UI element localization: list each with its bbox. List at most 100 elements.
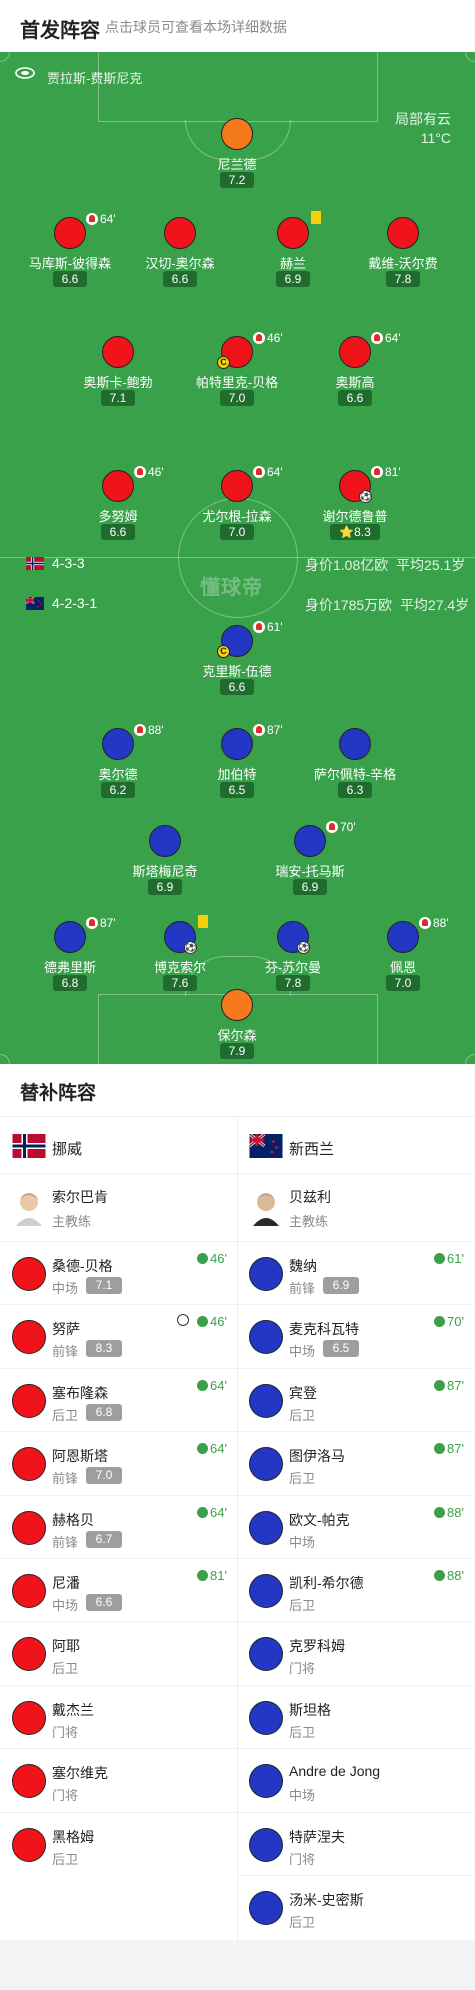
sub-player-row[interactable]: 戴杰兰 门将 (0, 1684, 237, 1748)
player-jersey-icon (12, 1764, 46, 1799)
player-jersey-icon (12, 1700, 46, 1735)
sub-player-row[interactable]: 阿恩斯塔 前锋 7.0 64' (0, 1431, 237, 1494)
player-marker[interactable]: 64' 奥斯高 6.6 (295, 331, 415, 414)
player-jersey-icon (249, 1510, 283, 1545)
player-rating: 7.8 (386, 271, 420, 287)
player-jersey-icon (221, 470, 253, 502)
sub-player-row[interactable]: 欧文-帕克中场 88' (237, 1494, 474, 1558)
sub-off-icon (253, 724, 265, 736)
sub-player-row[interactable]: 图伊洛马 后卫 87' (237, 1431, 474, 1494)
sub-player-position: 中场 (289, 1788, 316, 1804)
sub-on-minute: 64' (197, 1378, 227, 1393)
sub-player-name: 戴杰兰 (52, 1701, 94, 1718)
sub-player-row[interactable]: 阿耶 后卫 (0, 1621, 237, 1684)
player-marker[interactable]: 70' 瑞安-托马斯 6.9 (250, 820, 370, 903)
player-marker[interactable]: 88' 奥尔德 6.2 (58, 723, 178, 806)
goal-ball-icon: ⚽ (359, 490, 372, 503)
sub-on-minute: 64' (197, 1505, 227, 1520)
sub-player-row[interactable]: 桑德-贝格 中场 7.1 46' (0, 1241, 237, 1304)
sub-player-row[interactable]: 麦克科瓦特 中场 6.5 70' (237, 1304, 474, 1367)
player-marker[interactable]: 赫兰 6.9 (233, 211, 353, 295)
lineup-page: 首发阵容 点击球员可查看本场详细数据 贾拉斯-费斯尼克 局部有云 11°C 懂球… (0, 0, 475, 1990)
watermark-logo: 懂球帝 (200, 577, 263, 599)
coach-avatar-icon (253, 1193, 279, 1226)
sub-player-row[interactable]: 塞尔维克 门将 (0, 1748, 237, 1811)
sub-on-minute: 88' (434, 1568, 464, 1583)
player-rating: 6.8 (53, 975, 87, 991)
player-marker[interactable]: 88' 佩恩 7.0 (343, 916, 463, 999)
sub-player-row[interactable]: 塞布隆森 后卫 6.8 64' (0, 1367, 237, 1431)
player-rating: 6.6 (101, 524, 135, 540)
sub-player-rating: 6.8 (86, 1403, 122, 1421)
player-marker[interactable]: 61' C 克里斯-伍德 6.6 (177, 620, 297, 703)
player-marker[interactable]: 64' 尤尔根-拉森 7.0 (177, 465, 297, 548)
sub-player-row[interactable]: 宾登 后卫 87' (237, 1367, 474, 1431)
sub-off-icon (253, 621, 265, 633)
sub-player-name: 欧文-帕克 (289, 1511, 350, 1528)
sub-player-row[interactable]: 魏纳 前锋 6.9 61' (237, 1241, 474, 1304)
player-jersey-icon (249, 1827, 283, 1862)
player-marker[interactable]: 64' 马库斯-彼得森 6.6 (10, 212, 130, 295)
player-jersey-icon (387, 217, 419, 249)
player-marker[interactable]: ⚽ 博克索尔 7.6 (120, 915, 240, 999)
player-marker[interactable]: 尼兰德 7.2 (177, 118, 297, 196)
sub-player-name: 赫格贝 (52, 1511, 94, 1528)
sub-player-rating: 7.0 (86, 1467, 122, 1485)
away-team-header: 新西兰 (237, 1117, 474, 1173)
sub-player-name: 汤米-史密斯 (289, 1892, 364, 1908)
away-coach[interactable]: 贝兹利 主教练 (237, 1173, 474, 1241)
home-market-value: 身价1.08亿欧 (305, 557, 389, 573)
player-rating: 7.0 (220, 524, 254, 540)
sub-off-icon (134, 724, 146, 736)
sub-player-position: 门将 (289, 1661, 316, 1677)
sub-player-position: 门将 (52, 1724, 79, 1740)
new-zealand-flag-icon (249, 1134, 283, 1158)
player-marker[interactable]: 81' ⚽ 谢尔德鲁普 ⭐8.3 (295, 465, 415, 548)
player-marker[interactable]: 87' 加伯特 6.5 (177, 723, 297, 806)
sub-player-row[interactable]: 特萨涅夫 门将 (237, 1811, 474, 1875)
player-marker[interactable]: 奥斯卡-鲍勃 7.1 (58, 336, 178, 414)
sub-off-icon (253, 332, 265, 344)
home-avg-age: 平均25.1岁 (396, 557, 466, 573)
sub-player-position: 中场 (289, 1534, 316, 1550)
player-jersey-icon (54, 921, 86, 953)
player-jersey-icon (12, 1827, 46, 1862)
sub-minute: 61' (267, 620, 283, 634)
sub-player-row[interactable]: Andre de Jong 中场 (237, 1748, 474, 1811)
player-marker[interactable]: 保尔森 7.9 (177, 989, 297, 1064)
sub-player-row[interactable]: 赫格贝 前锋 6.7 64' (0, 1494, 237, 1558)
player-marker[interactable]: 萨尔佩特-辛格 6.3 (295, 728, 415, 806)
sub-player-row[interactable]: 黑格姆 后卫 (0, 1811, 237, 1875)
sub-off-icon (86, 917, 98, 929)
player-marker[interactable]: 戴维-沃尔费 7.8 (343, 217, 463, 295)
sub-player-row[interactable]: 斯坦格 后卫 (237, 1684, 474, 1748)
sub-player-rating: 6.7 (86, 1530, 122, 1548)
sub-player-row[interactable]: 凯利-希尔德 后卫 88' (237, 1558, 474, 1621)
player-name: 赫兰 (279, 256, 306, 271)
footer-spacer (0, 1940, 475, 1990)
player-rating: 7.1 (101, 390, 135, 406)
sub-on-minute: 88' (434, 1505, 464, 1520)
sub-player-row[interactable]: 努萨 前锋 8.3 46' (0, 1304, 237, 1367)
home-coach-name: 索尔巴肯 (52, 1189, 108, 1205)
pitch: 贾拉斯-费斯尼克 局部有云 11°C 懂球帝 4-3-3 身价1.08亿欧 平均… (0, 52, 475, 1064)
player-rating: 7.9 (220, 1043, 254, 1059)
sub-player-position: 门将 (52, 1788, 79, 1804)
home-coach[interactable]: 索尔巴肯 主教练 (0, 1173, 237, 1241)
player-jersey-icon (12, 1383, 46, 1418)
player-marker[interactable]: ⚽ 芬-苏尔曼 7.8 (233, 921, 353, 999)
sub-player-row[interactable]: 克罗科姆 门将 (237, 1621, 474, 1684)
sub-player-row[interactable]: 尼潘 中场 6.6 81' (0, 1558, 237, 1621)
sub-player-row[interactable]: 汤米-史密斯 后卫 (237, 1875, 474, 1938)
player-marker[interactable]: 46' C 帕特里克-贝格 7.0 (177, 331, 297, 414)
player-name: 尤尔根-拉森 (202, 509, 272, 524)
player-jersey-icon (12, 1320, 46, 1355)
player-marker[interactable]: 87' 德弗里斯 6.8 (10, 916, 130, 999)
player-jersey-icon (249, 1700, 283, 1735)
sub-off-icon (419, 917, 431, 929)
player-jersey-icon (221, 118, 253, 150)
player-name: 萨尔佩特-辛格 (313, 767, 397, 782)
player-marker[interactable]: 汉切-奥尔森 6.6 (120, 217, 240, 295)
player-marker[interactable]: 斯塔梅尼奇 6.9 (105, 825, 225, 903)
player-marker[interactable]: 46' 多努姆 6.6 (58, 465, 178, 548)
